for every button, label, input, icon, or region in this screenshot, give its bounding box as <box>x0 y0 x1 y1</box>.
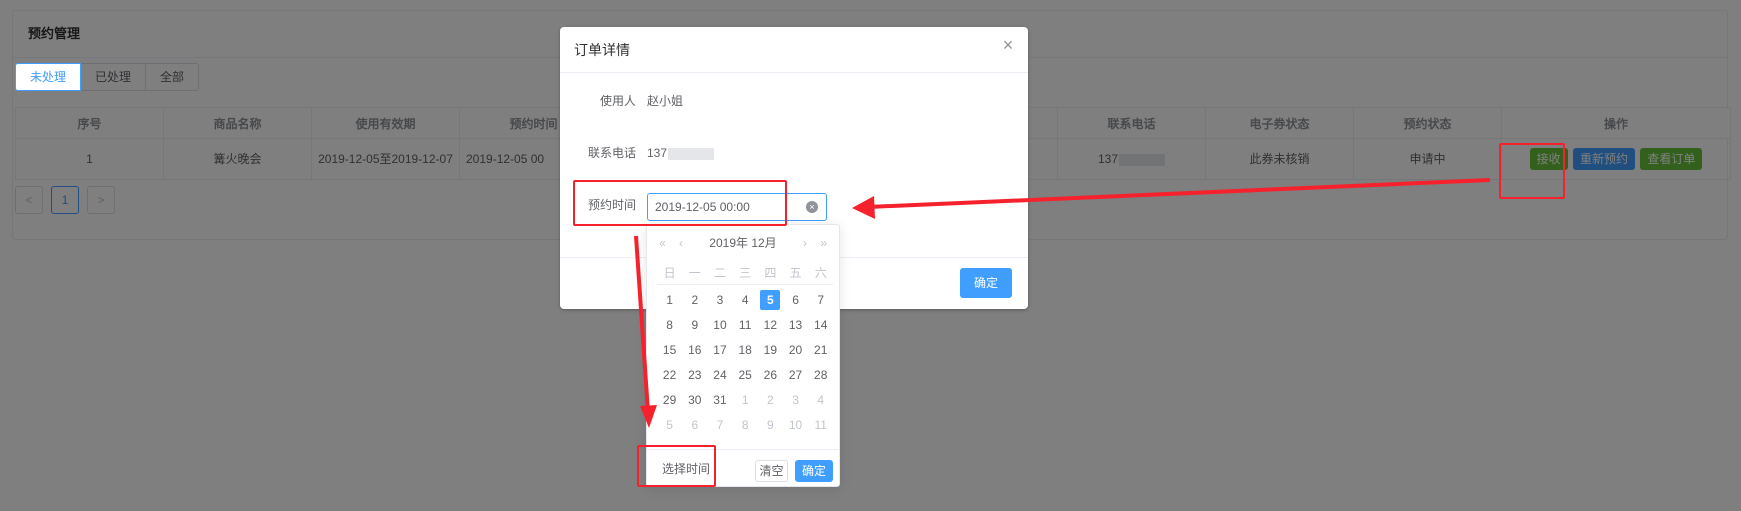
arrow-to-select-time <box>634 235 650 413</box>
annotation-arrows <box>634 178 1491 428</box>
arrow-head <box>852 196 875 219</box>
tab-unprocessed[interactable]: 未处理 <box>15 63 82 91</box>
arrow-head <box>640 405 657 428</box>
arrow-to-time-input <box>867 178 1491 209</box>
